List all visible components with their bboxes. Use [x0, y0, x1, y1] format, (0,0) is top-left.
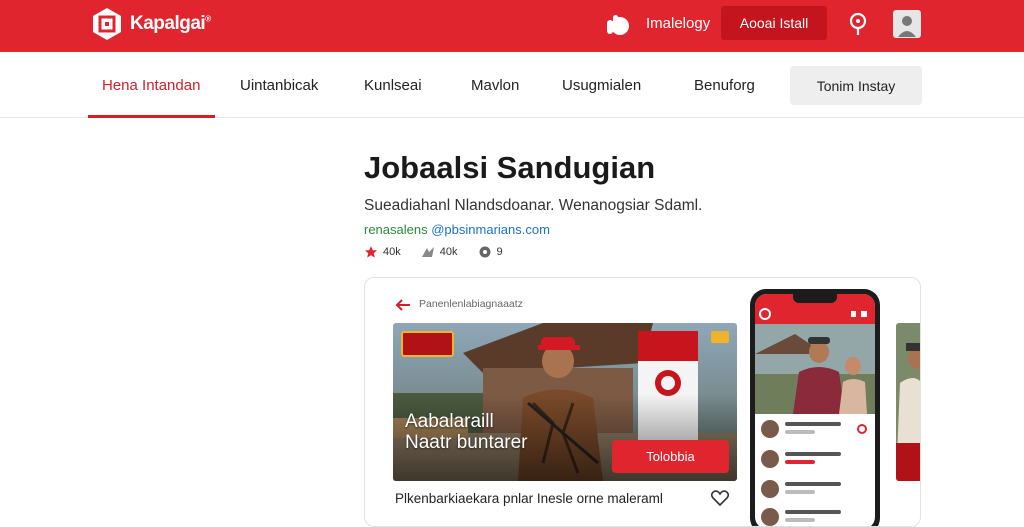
page-subtitle: Sueadiahanl Nlandsdoanar. Wenanogsiar Sd… — [364, 197, 703, 214]
nav-item-4[interactable]: Mavlon — [471, 77, 519, 94]
phone-list-item — [761, 418, 869, 442]
brand-name: Kapalgai® — [130, 13, 211, 34]
hero-image[interactable]: Aabalaraill Naatr buntarer Tolobbia — [393, 323, 737, 481]
stat-shares[interactable]: 40k — [421, 245, 458, 259]
hero-title: Aabalaraill Naatr buntarer — [405, 411, 528, 453]
profile-stats: 40k 40k 9 — [364, 244, 517, 260]
install-button[interactable]: Aooai Istall — [721, 6, 827, 40]
logo-icon — [93, 8, 121, 40]
active-tab-indicator — [88, 115, 215, 118]
stat-shares-value: 40k — [439, 246, 458, 258]
nav-item-5[interactable]: Usugmialen — [562, 77, 641, 94]
nav-item-6[interactable]: Benuforg — [694, 77, 755, 94]
peek-photo — [896, 323, 920, 481]
card-caption: Panenlenlabiagnaaatz — [419, 298, 523, 310]
post-text: Plkenbarkiaekara pnlar Inesle orne maler… — [395, 491, 663, 506]
brand-logo[interactable]: Kapalgai® — [90, 7, 211, 41]
handle-email: @pbsinmarians.com — [431, 222, 550, 237]
stat-stars-value: 40k — [383, 246, 401, 258]
avatar-icon — [898, 16, 916, 37]
heart-icon[interactable] — [711, 490, 729, 506]
post-card[interactable]: Panenlenlabiagnaaatz Aabalaraill Naatr b… — [364, 277, 921, 527]
share-icon — [421, 247, 434, 257]
phone-list-item — [761, 478, 869, 502]
stat-comments-value: 9 — [496, 246, 503, 258]
hero-cta-button[interactable]: Tolobbia — [612, 440, 729, 473]
bell-icon[interactable] — [604, 12, 630, 38]
main-nav: Hena Intandan Uintanbicak Kunlseai Mavlo… — [0, 52, 1024, 118]
phone-screen — [755, 294, 875, 526]
pin-icon[interactable] — [846, 11, 870, 37]
phone-notch — [793, 294, 837, 303]
star-icon — [365, 246, 377, 258]
top-bar: Kapalgai® Imalelogy Aooai Istall — [0, 0, 1024, 52]
phone-list-item — [761, 448, 869, 472]
stat-stars[interactable]: 40k — [364, 245, 401, 259]
phone-list-item — [761, 506, 869, 526]
login-link[interactable]: Imalelogy — [646, 15, 710, 32]
avatar[interactable] — [893, 10, 921, 38]
stat-comments[interactable]: 9 — [478, 245, 503, 259]
back-arrow-icon[interactable] — [395, 299, 411, 311]
profile-handle[interactable]: renasalens @pbsinmarians.com — [364, 222, 550, 237]
hero-tag — [711, 331, 729, 343]
handle-prefix: renasalens — [364, 222, 428, 237]
nav-action-button[interactable]: Tonim Instay — [790, 66, 922, 105]
page-title: Jobaalsi Sandugian — [364, 150, 656, 185]
phone-image — [755, 324, 875, 414]
hero-badge — [401, 331, 454, 357]
nav-item-2[interactable]: Uintanbicak — [240, 77, 318, 94]
nav-item-3[interactable]: Kunlseai — [364, 77, 422, 94]
hero-title-line1: Aabalaraill — [405, 411, 494, 432]
next-card-peek[interactable] — [896, 323, 920, 481]
hero-title-line2: Naatr buntarer — [405, 432, 528, 453]
trademark-mark: ® — [205, 14, 211, 24]
phone-photo — [755, 324, 875, 414]
phone-mockup — [750, 289, 880, 526]
comment-icon — [479, 246, 490, 258]
nav-item-home[interactable]: Hena Intandan — [102, 77, 200, 94]
